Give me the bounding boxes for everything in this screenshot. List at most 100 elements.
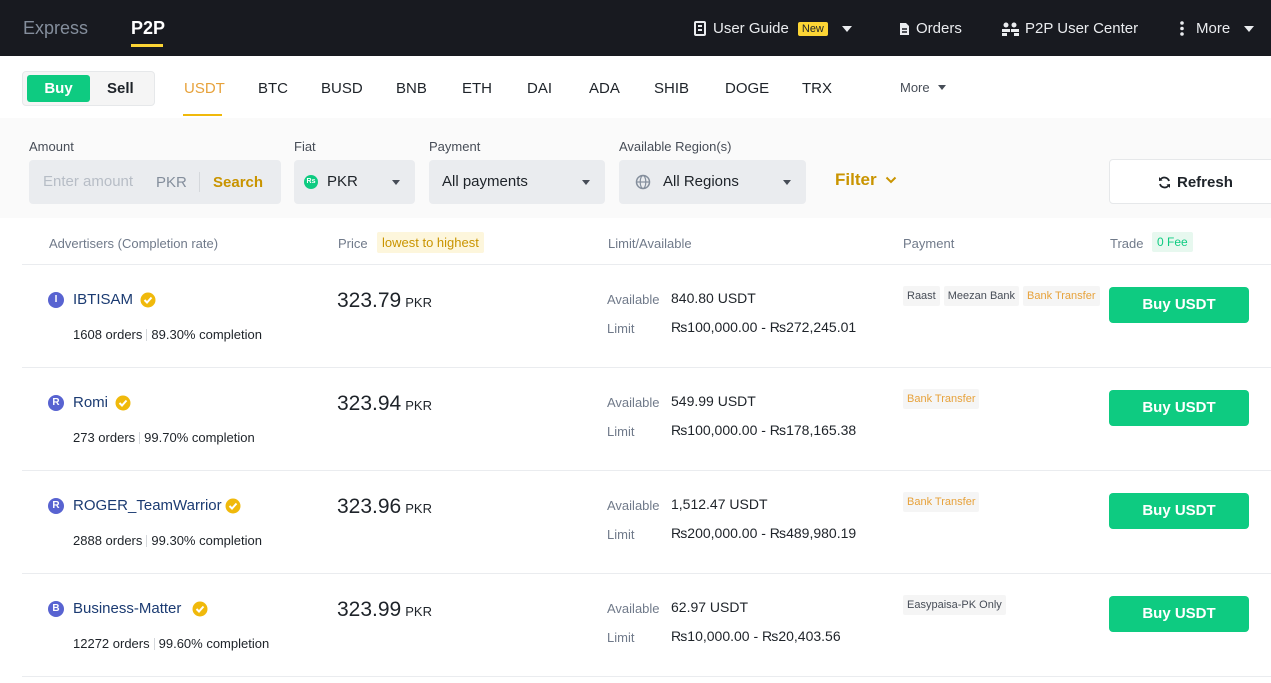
refresh-button[interactable]: Refresh <box>1109 159 1271 204</box>
price-value: 323.94 <box>337 392 402 415</box>
available-value: 1,512.47 USDT <box>671 496 768 512</box>
filter-label: Filter <box>835 170 877 189</box>
limit-value: ₨100,000.00 - ₨178,165.38 <box>671 422 857 438</box>
payment-label: Payment <box>429 139 481 154</box>
advertiser-name[interactable]: Romi <box>73 394 108 411</box>
region-label: Available Region(s) <box>619 139 732 154</box>
divider <box>146 329 148 341</box>
more-coins-dropdown[interactable]: More <box>900 80 946 95</box>
user-guide-menu[interactable]: User Guide New <box>694 20 852 37</box>
buy-usdt-button[interactable]: Buy USDT <box>1109 493 1249 529</box>
trade-header: Trade <box>1110 236 1144 251</box>
coin-tab-shib[interactable]: SHIB <box>654 80 689 97</box>
amount-input[interactable]: Enter amount <box>43 173 133 190</box>
limit-value: ₨200,000.00 - ₨489,980.19 <box>671 525 857 541</box>
coin-tab-busd[interactable]: BUSD <box>321 80 363 97</box>
zero-fee-badge: 0 Fee <box>1152 232 1193 252</box>
amount-search-button[interactable]: Search <box>213 174 263 191</box>
available-value: 62.97 USDT <box>671 599 749 615</box>
coin-tab-bnb[interactable]: BNB <box>396 80 427 97</box>
fiat-select[interactable]: Rs PKR <box>294 160 415 204</box>
book-icon <box>694 21 706 36</box>
rupee-icon: Rs <box>304 175 318 189</box>
completion-rate: 99.70% completion <box>144 430 255 445</box>
limit-label: Limit <box>607 630 635 645</box>
more-label: More <box>1196 20 1231 37</box>
divider <box>139 432 141 444</box>
table-row: I IBTISAM 1608 orders 89.30% completion … <box>22 265 1271 368</box>
payment-tag: Raast <box>903 286 940 306</box>
coin-tab-btc[interactable]: BTC <box>258 80 288 97</box>
coin-tab-doge[interactable]: DOGE <box>725 80 769 97</box>
price: 323.94 PKR <box>337 392 432 416</box>
table-row: B Business-Matter 12272 orders 99.60% co… <box>22 574 1271 677</box>
tab-express[interactable]: Express <box>23 18 88 39</box>
price: 323.96 PKR <box>337 495 432 519</box>
coin-tab-usdt[interactable]: USDT <box>184 80 225 97</box>
chevron-down-icon <box>392 180 400 185</box>
avatar: B <box>48 601 64 617</box>
avatar: R <box>48 395 64 411</box>
completion-rate: 99.30% completion <box>151 533 262 548</box>
buy-usdt-button[interactable]: Buy USDT <box>1109 390 1249 426</box>
advertiser-stats: 12272 orders 99.60% completion <box>73 636 269 651</box>
advertiser-name[interactable]: IBTISAM <box>73 291 133 308</box>
price-unit: PKR <box>405 501 432 516</box>
payment-methods: Bank Transfer <box>903 492 980 512</box>
payment-tag: Easypaisa-PK Only <box>903 595 1006 615</box>
order-count: 273 orders <box>73 430 136 445</box>
refresh-label: Refresh <box>1177 174 1233 191</box>
advertiser-stats: 273 orders 99.70% completion <box>73 430 255 445</box>
coin-tab-dai[interactable]: DAI <box>527 80 552 97</box>
new-badge: New <box>797 21 828 36</box>
available-label: Available <box>607 601 660 616</box>
chevron-down-icon <box>841 25 852 32</box>
region-value: All Regions <box>663 173 739 190</box>
filter-button[interactable]: Filter <box>835 170 897 190</box>
avatar: R <box>48 498 64 514</box>
payment-tag: Bank Transfer <box>903 389 980 409</box>
filter-panel: Amount Enter amount PKR Search Fiat Rs P… <box>0 118 1271 218</box>
buy-toggle[interactable]: Buy <box>27 75 90 102</box>
price-value: 323.99 <box>337 598 402 621</box>
limit-label: Limit <box>607 321 635 336</box>
orders-link[interactable]: Orders <box>899 20 962 37</box>
p2p-user-center-link[interactable]: P2P User Center <box>1002 20 1138 37</box>
verified-badge-icon <box>115 395 131 411</box>
amount-field[interactable]: Enter amount PKR Search <box>29 160 281 204</box>
payment-methods: Raast Meezan Bank Bank Transfer <box>903 286 1100 306</box>
payment-select[interactable]: All payments <box>429 160 605 204</box>
verified-badge-icon <box>225 498 241 514</box>
price-sort-tag[interactable]: lowest to highest <box>377 232 484 253</box>
region-select[interactable]: All Regions <box>619 160 806 204</box>
tab-p2p[interactable]: P2P <box>131 18 165 39</box>
coin-tab-trx[interactable]: TRX <box>802 80 832 97</box>
orders-label: Orders <box>916 20 962 37</box>
sell-toggle[interactable]: Sell <box>107 75 134 102</box>
globe-icon <box>635 174 651 190</box>
coin-tab-eth[interactable]: ETH <box>462 80 492 97</box>
available-value: 549.99 USDT <box>671 393 756 409</box>
user-center-label: P2P User Center <box>1025 20 1139 37</box>
coin-tab-ada[interactable]: ADA <box>589 80 620 97</box>
advertiser-stats: 2888 orders 99.30% completion <box>73 533 262 548</box>
buy-usdt-button[interactable]: Buy USDT <box>1109 596 1249 632</box>
more-vertical-icon <box>1180 21 1184 36</box>
available-label: Available <box>607 395 660 410</box>
buy-usdt-button[interactable]: Buy USDT <box>1109 287 1249 323</box>
active-coin-indicator <box>183 114 222 116</box>
divider <box>199 172 200 192</box>
advertiser-name[interactable]: ROGER_TeamWarrior <box>73 497 222 514</box>
limit-label: Limit <box>607 527 635 542</box>
advertiser-name[interactable]: Business-Matter <box>73 600 181 617</box>
chevron-down-icon <box>1244 25 1255 32</box>
price-value: 323.79 <box>337 289 402 312</box>
verified-badge-icon <box>140 292 156 308</box>
top-navigation-bar: Express P2P User Guide New Orders P2P Us… <box>0 0 1271 56</box>
table-row: R ROGER_TeamWarrior 2888 orders 99.30% c… <box>22 471 1271 574</box>
available-value: 840.80 USDT <box>671 290 756 306</box>
price: 323.99 PKR <box>337 598 432 622</box>
payment-tag: Meezan Bank <box>943 286 1020 306</box>
buy-sell-toggle: Buy Sell <box>22 71 155 106</box>
more-menu[interactable]: More <box>1180 20 1255 37</box>
